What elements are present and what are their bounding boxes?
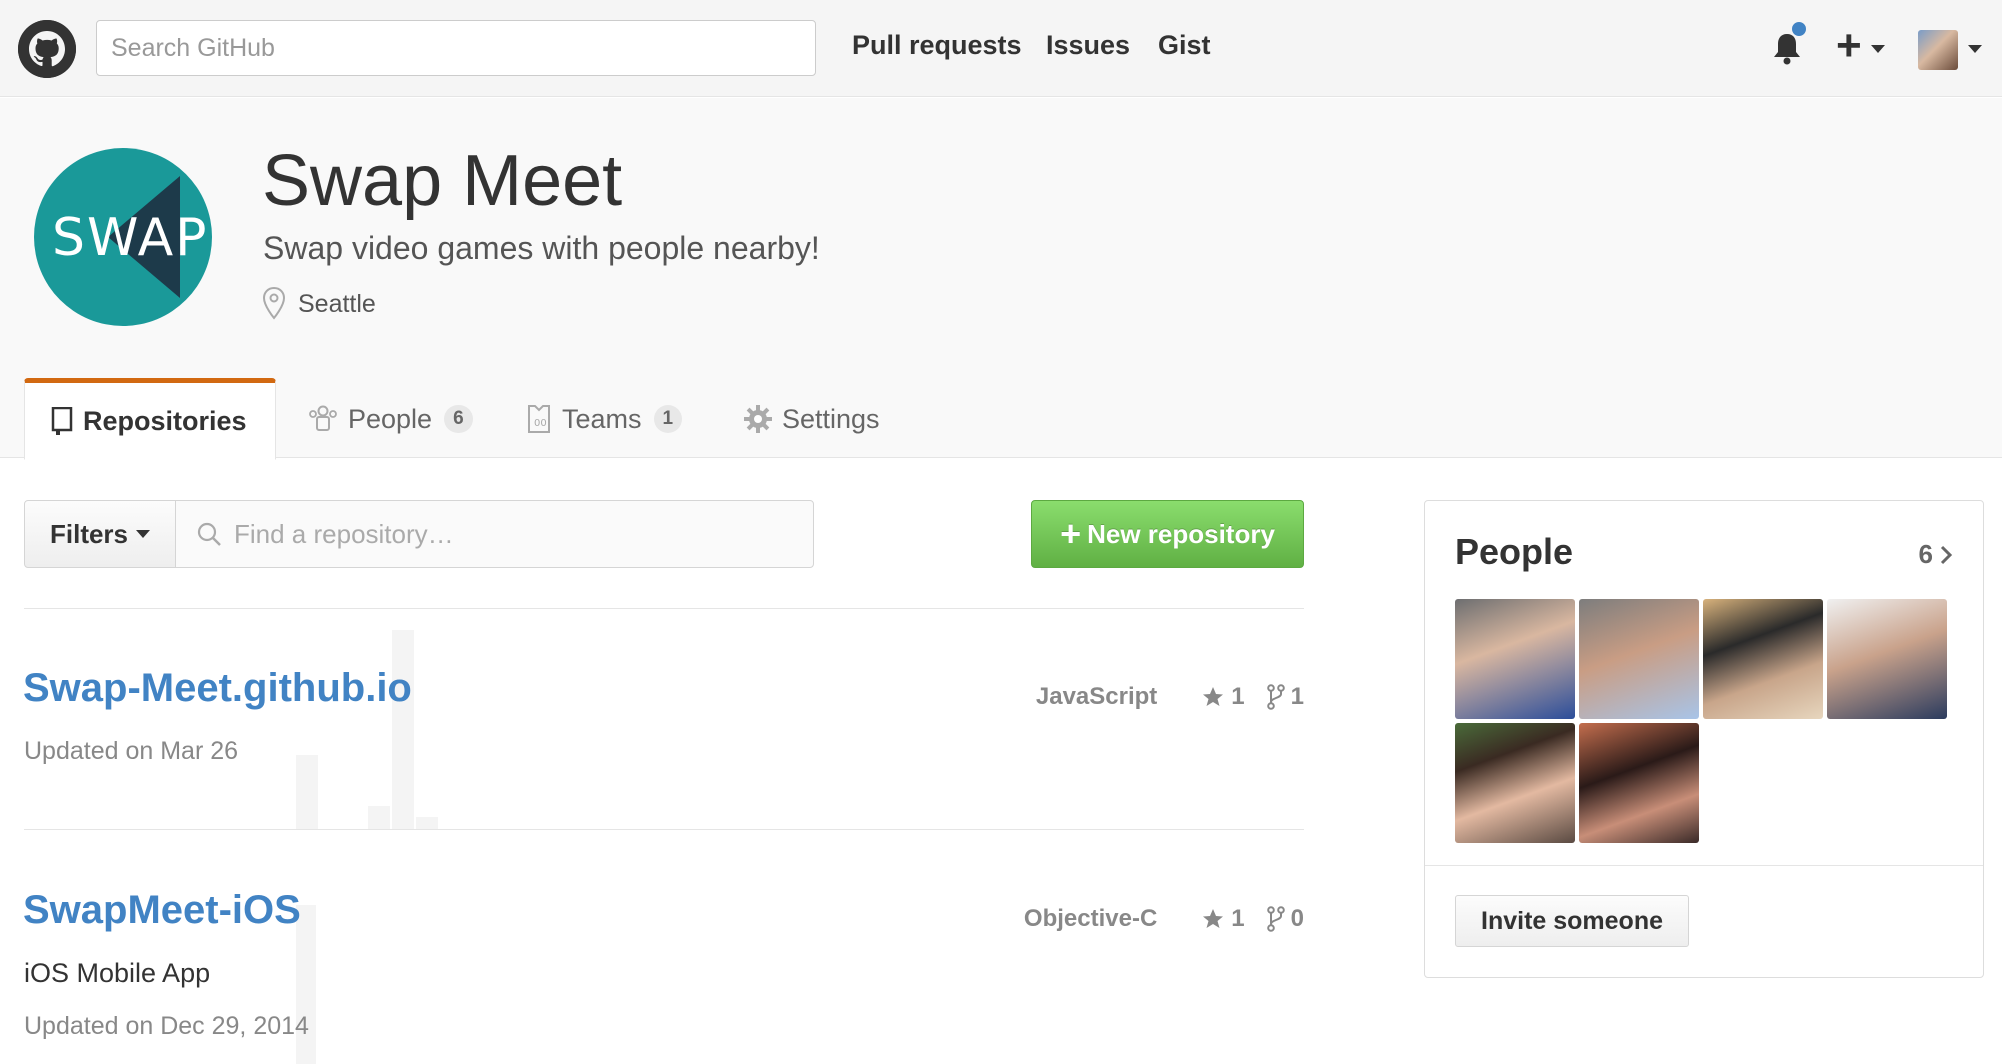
activity-graph-bar [296, 755, 318, 830]
activity-graph-bar [368, 806, 390, 830]
repo-stars[interactable]: 1 [1201, 683, 1245, 711]
repo-icon [51, 407, 73, 435]
tab-counter: 6 [444, 405, 473, 433]
repo-stars[interactable]: 1 [1201, 905, 1245, 933]
people-count-value: 6 [1918, 539, 1933, 569]
tab-settings[interactable]: Settings [718, 378, 906, 460]
new-repository-label: New repository [1087, 518, 1275, 549]
gear-icon [744, 405, 772, 433]
repo-language: Objective-C [1023, 905, 1158, 932]
member-avatar[interactable] [1455, 723, 1575, 843]
member-avatar[interactable] [1579, 599, 1699, 719]
repo-forks[interactable]: 0 [1266, 905, 1304, 933]
repo-description: iOS Mobile App [24, 958, 211, 988]
org-avatar: SWAP [34, 148, 212, 326]
repo-fork-count: 1 [1290, 683, 1304, 710]
location-icon [262, 286, 286, 320]
chevron-down-icon [136, 530, 151, 538]
tab-people[interactable]: People 6 [282, 378, 499, 460]
plus-icon: + [1060, 513, 1082, 554]
find-repository-input[interactable] [234, 518, 794, 550]
repo-language: JavaScript [1035, 683, 1158, 710]
search-icon [197, 522, 221, 546]
tab-label: Settings [782, 403, 880, 434]
repo-star-count: 1 [1231, 683, 1245, 710]
org-logo-text: SWAP [52, 208, 209, 268]
chevron-right-icon [1940, 545, 1953, 564]
nav-issues[interactable]: Issues [1046, 30, 1130, 61]
repo-forks[interactable]: 1 [1266, 683, 1304, 711]
tab-teams[interactable]: 00 Teams 1 [500, 378, 708, 460]
member-avatar[interactable] [1703, 599, 1823, 719]
people-icon [309, 405, 337, 431]
star-icon [1203, 687, 1224, 706]
filters-button[interactable]: Filters [24, 500, 176, 568]
tab-label: People [348, 403, 433, 434]
star-icon [1203, 909, 1224, 928]
people-panel: People 6 Invite someone [1424, 500, 1984, 978]
repo-meta: Objective-C 1 0 [1024, 905, 1304, 933]
divider [1425, 865, 1983, 866]
tab-repositories[interactable]: Repositories [24, 378, 276, 460]
org-name: Swap Meet [262, 141, 623, 221]
create-new-icon[interactable]: + [1836, 22, 1862, 70]
tab-label: Repositories [83, 405, 247, 436]
repo-link[interactable]: SwapMeet-iOS [23, 888, 301, 933]
people-panel-title: People [1455, 531, 1574, 572]
github-logo-icon[interactable] [18, 20, 76, 78]
nav-pull-requests[interactable]: Pull requests [852, 30, 1022, 61]
divider [24, 608, 1304, 609]
activity-graph-bar [392, 630, 414, 830]
notification-indicator [1790, 20, 1808, 38]
tab-counter: 1 [653, 405, 683, 433]
member-avatar[interactable] [1455, 599, 1575, 719]
jersey-icon: 00 [528, 405, 550, 433]
invite-someone-button[interactable]: Invite someone [1455, 895, 1689, 947]
filters-label: Filters [49, 518, 129, 549]
member-avatar[interactable] [1827, 599, 1947, 719]
svg-text:00: 00 [534, 418, 547, 429]
find-repository-field[interactable] [175, 500, 814, 568]
people-panel-count[interactable]: 6 [1919, 539, 1953, 570]
new-repository-button[interactable]: + New repository [1031, 500, 1304, 568]
repo-updated: Updated on Mar 26 [24, 737, 239, 765]
avatar[interactable] [1918, 30, 1958, 70]
org-description: Swap video games with people nearby! [263, 230, 820, 266]
divider [24, 829, 1304, 830]
chevron-down-icon[interactable] [1968, 45, 1982, 53]
member-avatar[interactable] [1579, 723, 1699, 843]
fork-icon [1266, 906, 1285, 932]
nav-gist[interactable]: Gist [1158, 30, 1211, 61]
repo-star-count: 1 [1231, 905, 1245, 932]
repo-fork-count: 0 [1290, 905, 1304, 932]
people-grid [1455, 599, 1955, 843]
tab-label: Teams [562, 403, 642, 434]
repo-meta: JavaScript 1 1 [1036, 683, 1304, 711]
repo-updated: Updated on Dec 29, 2014 [24, 1012, 309, 1040]
chevron-down-icon[interactable] [1871, 45, 1885, 53]
org-location: Seattle [298, 290, 376, 318]
search-input[interactable] [96, 20, 816, 76]
repo-link[interactable]: Swap-Meet.github.io [23, 666, 412, 711]
fork-icon [1266, 684, 1285, 710]
site-header: Pull requests Issues Gist + [0, 0, 2002, 97]
